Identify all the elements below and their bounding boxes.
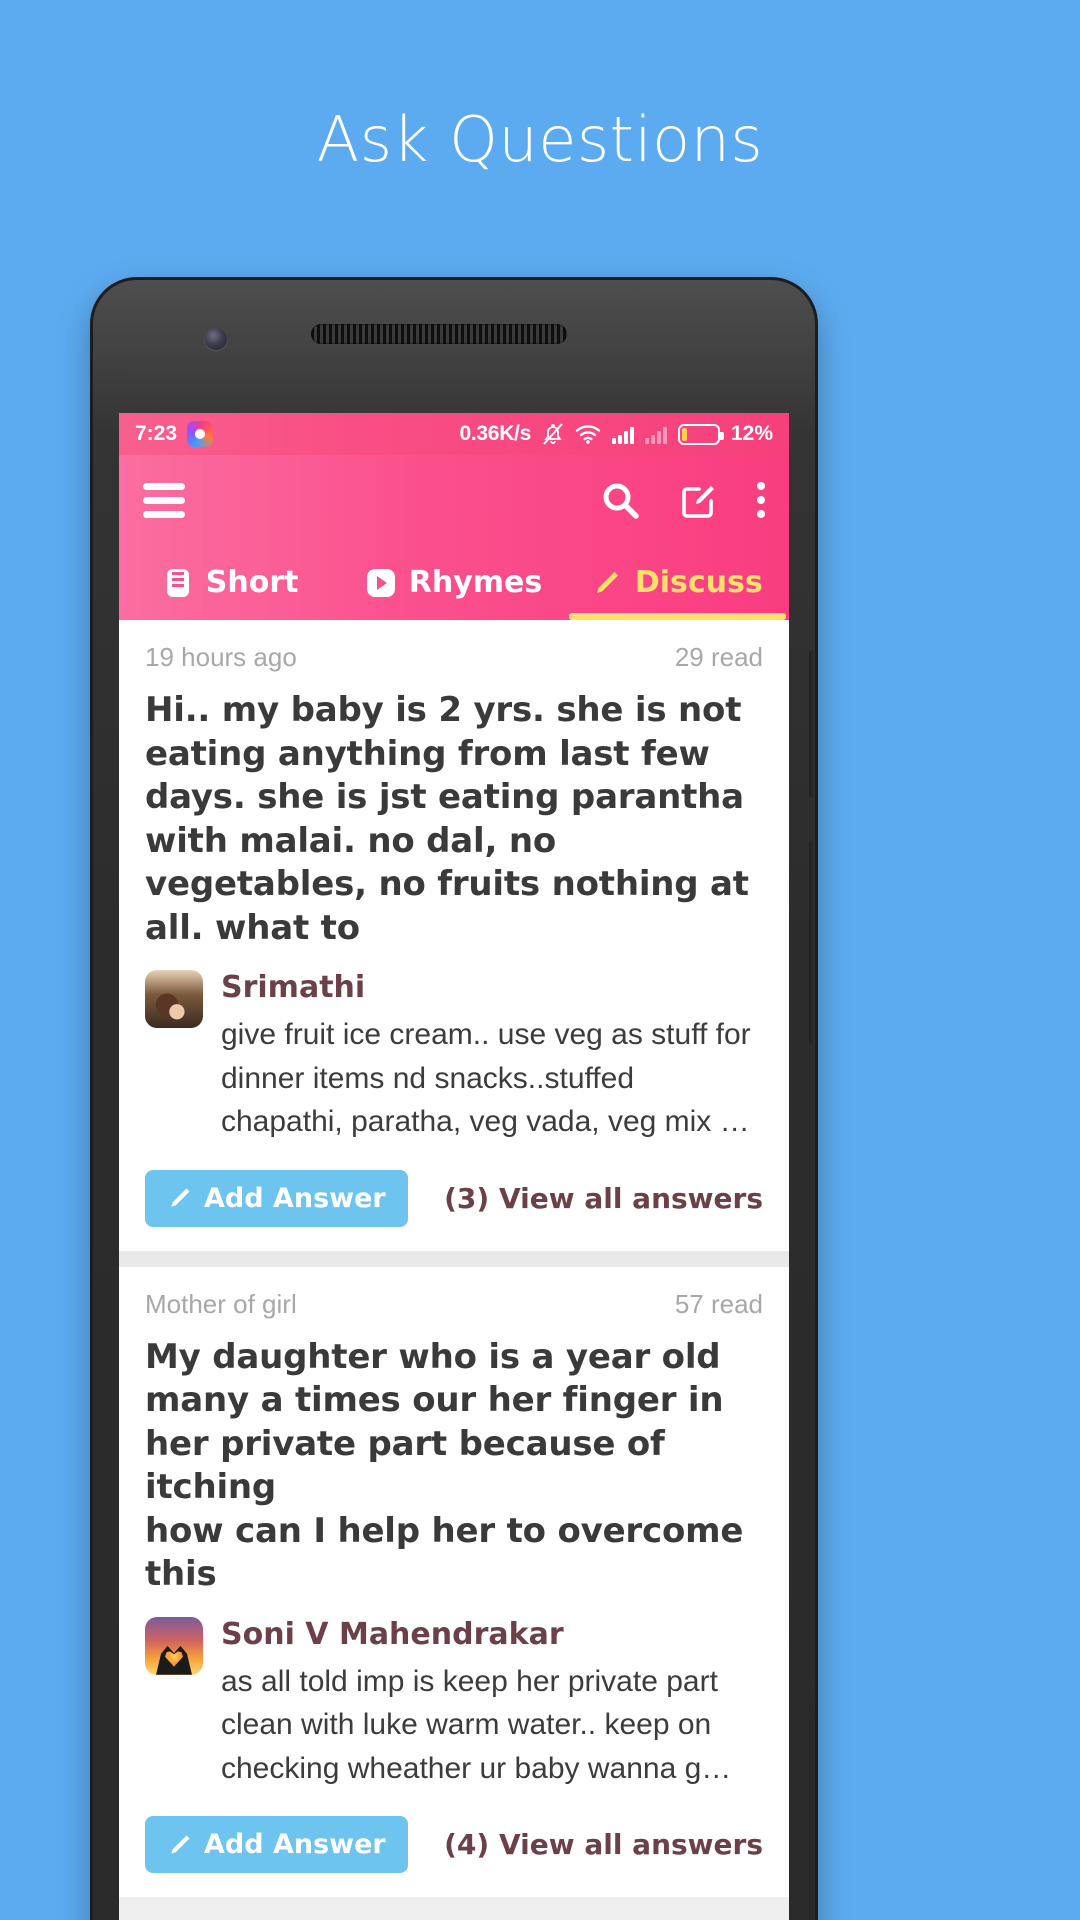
post-card[interactable]: Mother of girl 57 read My daughter who i… <box>119 1266 789 1898</box>
toolbar-actions <box>599 476 765 524</box>
status-bar-left: 7:23 <box>135 421 214 447</box>
post-card[interactable]: 19 hours ago 29 read Hi.. my baby is 2 y… <box>119 620 789 1251</box>
compose-edit-icon[interactable] <box>679 480 719 520</box>
play-icon <box>366 568 396 598</box>
search-icon[interactable] <box>599 479 641 521</box>
pencil-icon <box>167 1832 193 1858</box>
tab-label: Discuss <box>634 565 763 600</box>
pencil-icon <box>592 568 622 598</box>
battery-icon <box>677 423 724 445</box>
answer-text: as all told imp is keep her private part… <box>221 1664 732 1785</box>
phone-mockup: 7:23 0.36K/s 12% Short Rhymes Discuss 19… <box>93 280 815 1920</box>
signal-bars-icon <box>611 425 634 444</box>
status-bar-right: 0.36K/s 12% <box>460 422 773 446</box>
tab-rhymes[interactable]: Rhymes <box>342 545 565 620</box>
post-timestamp: 19 hours ago <box>145 642 297 672</box>
earpiece-speaker <box>311 324 567 344</box>
answer-body: Srimathi give fruit ice cream.. use veg … <box>221 970 763 1144</box>
more-vertical-icon[interactable] <box>757 476 765 524</box>
soni-avatar <box>145 1616 203 1675</box>
bell-muted-icon <box>542 422 564 446</box>
phone-screen: 7:23 0.36K/s 12% Short Rhymes Discuss 19… <box>119 413 789 1920</box>
status-time: 7:23 <box>135 422 178 445</box>
battery-percent-label: 12% <box>730 422 773 445</box>
screenshot-root: Ask Questions 7:23 0.36K/s 12% Short Rhy… <box>0 0 1080 1920</box>
discussion-feed[interactable]: 19 hours ago 29 read Hi.. my baby is 2 y… <box>119 620 789 1920</box>
tab-label: Rhymes <box>408 565 543 600</box>
add-answer-button[interactable]: Add Answer <box>145 1816 408 1874</box>
post-actions: Add Answer (4) View all answers <box>145 1816 763 1874</box>
post-meta: 19 hours ago 29 read <box>145 642 763 673</box>
pencil-icon <box>167 1185 193 1211</box>
post-actions: Add Answer (3) View all answers <box>145 1169 763 1227</box>
post-author-relation: Mother of girl <box>145 1288 297 1319</box>
srimathi-avatar <box>145 970 203 1029</box>
view-all-answers-link[interactable]: (4) View all answers <box>444 1828 763 1861</box>
post-question: Hi.. my baby is 2 yrs. she is not eating… <box>145 690 749 948</box>
add-answer-button[interactable]: Add Answer <box>145 1169 408 1227</box>
tab-discuss[interactable]: Discuss <box>566 545 789 620</box>
post-answer: Soni V Mahendrakar as all told imp is ke… <box>145 1616 763 1791</box>
answer-author-name: Soni V Mahendrakar <box>221 1616 564 1652</box>
hamburger-menu-icon[interactable] <box>143 476 185 525</box>
network-speed-label: 0.36K/s <box>459 422 532 445</box>
app-toolbar <box>119 455 789 545</box>
card-divider <box>119 1250 789 1267</box>
tab-short[interactable]: Short <box>119 545 342 620</box>
document-icon <box>163 568 193 598</box>
post-meta: Mother of girl 57 read <box>145 1289 763 1320</box>
answer-text: give fruit ice cream.. use veg as stuff … <box>221 1018 751 1139</box>
post-read-count: 29 read <box>674 642 763 672</box>
post-read-count: 57 read <box>674 1288 763 1319</box>
post-answer: Srimathi give fruit ice cream.. use veg … <box>145 970 763 1144</box>
status-bar: 7:23 0.36K/s 12% <box>119 413 789 455</box>
add-answer-label: Add Answer <box>204 1182 386 1214</box>
tab-label: Short <box>205 565 299 600</box>
answer-author-name: Srimathi <box>221 970 366 1006</box>
signal-bars-no-sim-icon <box>644 425 667 444</box>
page-title: Ask Questions <box>316 103 764 176</box>
view-all-answers-link[interactable]: (3) View all answers <box>444 1182 763 1215</box>
add-answer-label: Add Answer <box>204 1829 386 1861</box>
camera-app-icon <box>187 421 214 447</box>
wifi-icon <box>575 424 601 444</box>
volume-button[interactable] <box>809 650 815 798</box>
power-button[interactable] <box>809 840 815 1045</box>
tab-bar: Short Rhymes Discuss <box>119 545 789 620</box>
post-question: My daughter who is a year old many a tim… <box>145 1336 744 1595</box>
front-camera-icon <box>205 328 227 350</box>
answer-body: Soni V Mahendrakar as all told imp is ke… <box>221 1617 763 1791</box>
